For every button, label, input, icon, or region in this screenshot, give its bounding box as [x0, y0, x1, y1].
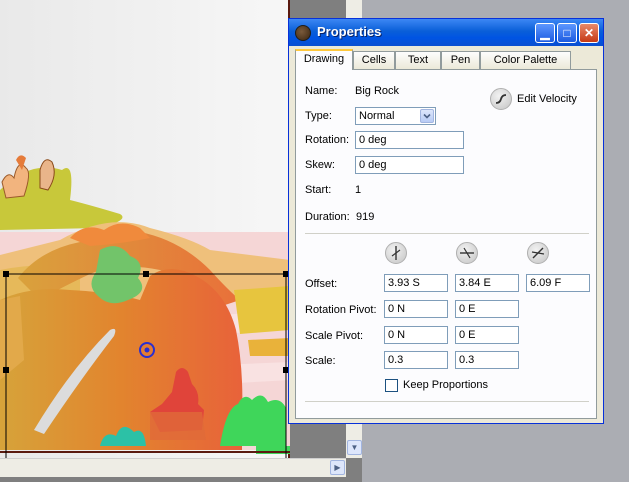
- tab-text[interactable]: Text: [395, 51, 441, 69]
- minimize-icon: ▁: [540, 26, 550, 40]
- skew-label: Skew:: [305, 159, 335, 171]
- rotation-pivot-ew-input[interactable]: 0 E: [455, 300, 519, 318]
- chevron-down-icon[interactable]: [420, 109, 434, 123]
- duration-label: Duration:: [305, 211, 350, 223]
- maximize-icon: □: [563, 26, 571, 40]
- resize-handle[interactable]: [3, 271, 9, 277]
- offset-fb-input[interactable]: 6.09 F: [526, 274, 590, 292]
- divider: [305, 401, 589, 402]
- axis-fb-icon[interactable]: [527, 242, 549, 264]
- tab-color-palette[interactable]: Color Palette: [480, 51, 571, 69]
- offset-ew-input[interactable]: 3.84 E: [455, 274, 519, 292]
- name-value: Big Rock: [355, 85, 400, 97]
- scale-pivot-ew-input[interactable]: 0 E: [455, 326, 519, 344]
- name-label: Name:: [305, 85, 338, 97]
- scale-pivot-label: Scale Pivot:: [305, 330, 364, 342]
- tab-drawing[interactable]: Drawing: [295, 49, 353, 70]
- scale-pivot-ns-input[interactable]: 0 N: [384, 326, 448, 344]
- scale-y-input[interactable]: 0.3: [455, 351, 519, 369]
- axis-ns-icon[interactable]: [385, 242, 407, 264]
- offset-ns-input[interactable]: 3.93 S: [384, 274, 448, 292]
- scale-x-input[interactable]: 0.3: [384, 351, 448, 369]
- tab-cells[interactable]: Cells: [353, 51, 395, 69]
- start-label: Start:: [305, 184, 332, 196]
- rotation-input[interactable]: 0 deg: [355, 131, 464, 149]
- duration-value: 919: [356, 211, 375, 223]
- edit-velocity-button[interactable]: Edit Velocity: [517, 93, 577, 105]
- tab-pen[interactable]: Pen: [441, 51, 480, 69]
- app-icon: [295, 25, 311, 41]
- rotation-pivot-label: Rotation Pivot:: [305, 304, 377, 316]
- minimize-button[interactable]: ▁: [535, 23, 555, 43]
- rotation-label: Rotation:: [305, 134, 350, 146]
- horizontal-scrollbar[interactable]: ▶: [0, 458, 346, 477]
- skew-input[interactable]: 0 deg: [355, 156, 464, 174]
- keep-proportions-label[interactable]: Keep Proportions: [403, 379, 488, 391]
- close-icon: ✕: [583, 26, 595, 40]
- chevron-right-icon[interactable]: ▶: [330, 460, 345, 475]
- maximize-button[interactable]: □: [557, 23, 577, 43]
- offset-label: Offset:: [305, 278, 338, 290]
- type-select-value: Normal: [359, 110, 395, 122]
- close-button[interactable]: ✕: [579, 23, 599, 43]
- keep-proportions-checkbox[interactable]: [385, 379, 398, 392]
- resize-handle[interactable]: [143, 271, 149, 277]
- type-select[interactable]: Normal: [355, 107, 436, 125]
- type-label: Type:: [305, 110, 332, 122]
- axis-ew-icon[interactable]: [456, 242, 478, 264]
- properties-window: Properties ▁ □ ✕ Drawing Cells Text Pen …: [288, 18, 604, 424]
- title-bar[interactable]: Properties ▁ □ ✕: [289, 19, 603, 46]
- resize-handle[interactable]: [3, 367, 9, 373]
- drawing-tab-panel: Name: Big Rock Edit Velocity Type: Norma…: [295, 69, 597, 419]
- window-title: Properties: [317, 24, 382, 39]
- chevron-down-icon[interactable]: ▼: [347, 440, 362, 455]
- start-value: 1: [355, 184, 362, 196]
- scale-label: Scale:: [305, 355, 336, 367]
- rotation-pivot-ns-input[interactable]: 0 N: [384, 300, 448, 318]
- velocity-curve-icon[interactable]: [490, 88, 512, 110]
- divider: [305, 233, 589, 234]
- app-window: ▼ ▶ Properties ▁ □ ✕ Drawing Cells Text …: [0, 0, 629, 482]
